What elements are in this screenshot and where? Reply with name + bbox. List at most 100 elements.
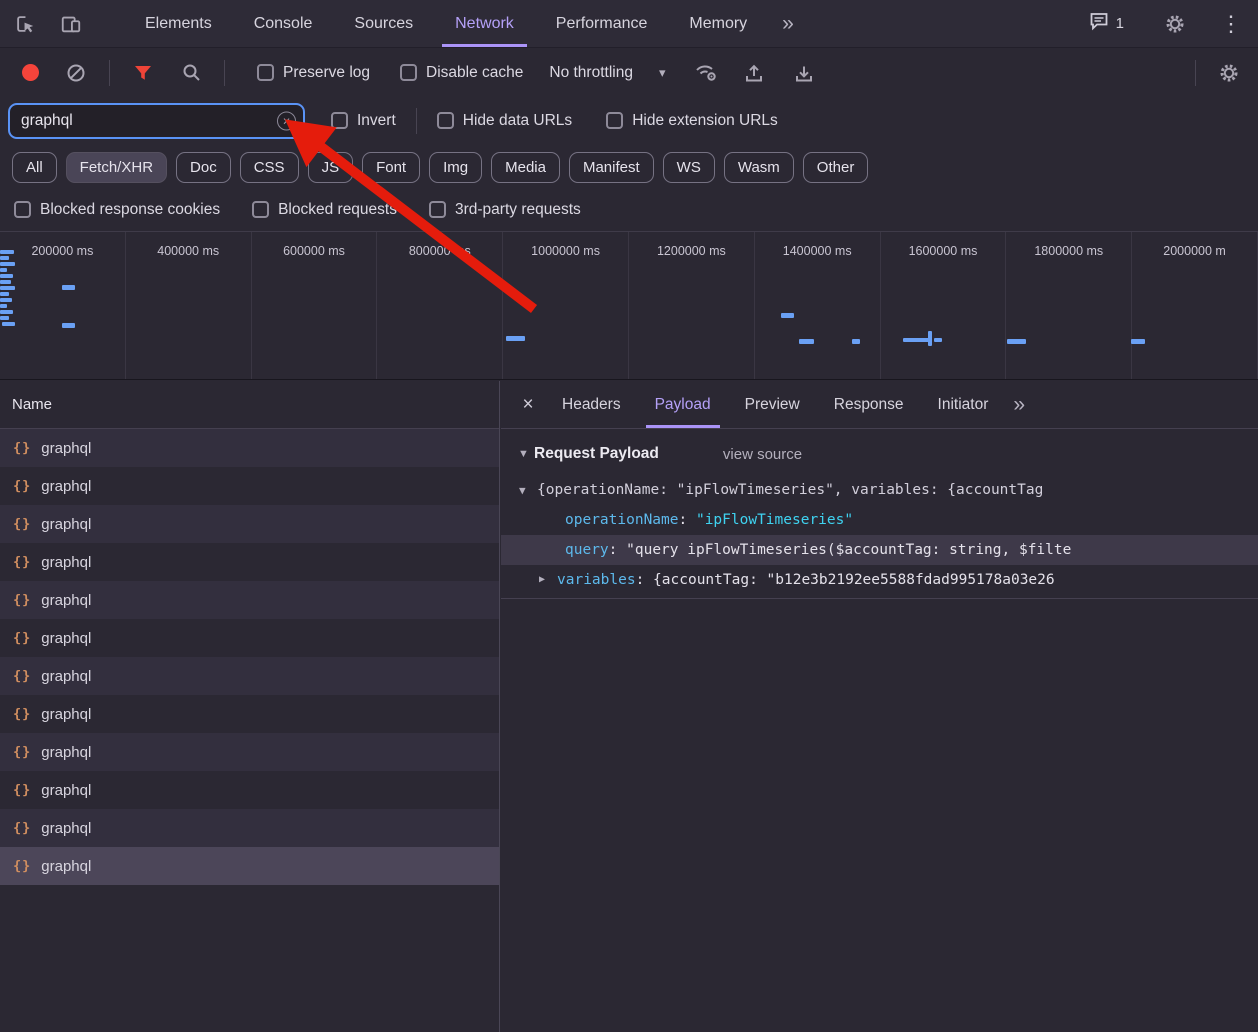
chip-media[interactable]: Media [491, 152, 560, 183]
filter-icon[interactable] [126, 56, 160, 90]
request-row-selected[interactable]: {}graphql [0, 847, 499, 885]
chip-font[interactable]: Font [362, 152, 420, 183]
timeline-segment: 1800000 ms [1006, 232, 1132, 379]
request-row[interactable]: {}graphql [0, 581, 499, 619]
network-overview-timeline[interactable]: 200000 ms 400000 ms 600000 ms 800000 ms … [0, 232, 1258, 380]
blocked-requests-checkbox[interactable] [252, 201, 269, 218]
network-settings-icon[interactable] [1212, 56, 1246, 90]
chip-js[interactable]: JS [308, 152, 354, 183]
more-tabs-icon[interactable]: » [782, 13, 794, 34]
inspect-element-icon[interactable] [8, 7, 42, 41]
divider [1195, 60, 1196, 86]
chip-all[interactable]: All [12, 152, 57, 183]
clear-filter-icon[interactable]: × [277, 111, 296, 130]
request-row[interactable]: {}graphql [0, 429, 499, 467]
request-row[interactable]: {}graphql [0, 505, 499, 543]
preserve-log-toggle[interactable]: Preserve log [257, 64, 370, 82]
triangle-right-icon[interactable]: ▶ [539, 575, 553, 585]
network-toolbar: Preserve log Disable cache No throttling… [0, 49, 1258, 96]
request-row[interactable]: {}graphql [0, 619, 499, 657]
payload-query-row[interactable]: query"query ipFlowTimeseries($accountTag… [501, 535, 1258, 565]
preserve-log-checkbox[interactable] [257, 64, 274, 81]
record-button[interactable] [22, 64, 39, 81]
chip-other[interactable]: Other [803, 152, 869, 183]
hide-extension-urls-checkbox[interactable] [606, 112, 623, 129]
payload-root-row[interactable]: ▼ {operationName: "ipFlowTimeseries", va… [501, 475, 1258, 505]
disable-cache-toggle[interactable]: Disable cache [400, 64, 523, 82]
disable-cache-label: Disable cache [426, 64, 523, 82]
hide-data-urls-toggle[interactable]: Hide data URLs [437, 112, 572, 130]
request-row[interactable]: {}graphql [0, 733, 499, 771]
filter-input[interactable] [8, 103, 305, 139]
chevron-down-icon: ▾ [659, 65, 666, 81]
chip-fetch-xhr[interactable]: Fetch/XHR [66, 152, 167, 183]
menu-icon[interactable]: ⋮ [1220, 13, 1242, 35]
request-row[interactable]: {}graphql [0, 657, 499, 695]
tab-network[interactable]: Network [434, 0, 535, 47]
third-party-requests-checkbox[interactable] [429, 201, 446, 218]
invert-label: Invert [357, 112, 396, 130]
close-icon[interactable]: × [511, 388, 545, 422]
braces-icon: {} [13, 744, 31, 760]
triangle-down-icon[interactable]: ▼ [518, 449, 532, 460]
chip-css[interactable]: CSS [240, 152, 299, 183]
tab-headers[interactable]: Headers [545, 381, 638, 428]
tab-console[interactable]: Console [233, 0, 334, 47]
tab-sources[interactable]: Sources [333, 0, 434, 47]
blocked-response-cookies-checkbox[interactable] [14, 201, 31, 218]
timeline-label: 400000 ms [157, 244, 219, 258]
request-row[interactable]: {}graphql [0, 809, 499, 847]
name-column-header[interactable]: Name [0, 381, 499, 429]
messages-button[interactable]: 1 [1089, 11, 1124, 36]
json-preview: {operationName: "ipFlowTimeseries", vari… [537, 482, 1043, 498]
timeline-label: 800000 ms [409, 244, 471, 258]
tab-memory[interactable]: Memory [668, 0, 768, 47]
timeline-segment: 600000 ms [252, 232, 378, 379]
tab-payload[interactable]: Payload [638, 381, 728, 428]
tab-preview[interactable]: Preview [728, 381, 817, 428]
timeline-segment: 1000000 ms [503, 232, 629, 379]
request-row[interactable]: {}graphql [0, 771, 499, 809]
request-name: graphql [41, 668, 91, 685]
settings-icon[interactable] [1158, 7, 1192, 41]
disable-cache-checkbox[interactable] [400, 64, 417, 81]
device-toolbar-icon[interactable] [54, 7, 88, 41]
view-source-link[interactable]: view source [723, 446, 802, 463]
search-icon[interactable] [174, 56, 208, 90]
more-detail-tabs-icon[interactable]: » [1013, 394, 1025, 415]
tab-response[interactable]: Response [817, 381, 921, 428]
chip-ws[interactable]: WS [663, 152, 715, 183]
json-string-value: "ipFlowTimeseries" [696, 512, 853, 528]
tab-performance[interactable]: Performance [535, 0, 669, 47]
export-har-icon[interactable] [787, 56, 821, 90]
timeline-label: 1400000 ms [783, 244, 852, 258]
timeline-label: 1600000 ms [909, 244, 978, 258]
chip-doc[interactable]: Doc [176, 152, 231, 183]
blocked-requests-toggle[interactable]: Blocked requests [252, 201, 397, 219]
hide-data-urls-checkbox[interactable] [437, 112, 454, 129]
request-row[interactable]: {}graphql [0, 543, 499, 581]
json-value: {accountTag: "b12e3b2192ee5588fdad995178… [653, 572, 1055, 588]
blocked-response-cookies-toggle[interactable]: Blocked response cookies [14, 201, 220, 219]
chip-img[interactable]: Img [429, 152, 482, 183]
timeline-label: 1800000 ms [1034, 244, 1103, 258]
hide-extension-urls-toggle[interactable]: Hide extension URLs [606, 112, 778, 130]
blocked-response-cookies-label: Blocked response cookies [40, 201, 220, 219]
third-party-requests-toggle[interactable]: 3rd-party requests [429, 201, 581, 219]
request-payload-section-header[interactable]: ▼ Request Payload view source [501, 429, 1258, 467]
import-har-icon[interactable] [737, 56, 771, 90]
invert-checkbox[interactable] [331, 112, 348, 129]
request-row[interactable]: {}graphql [0, 695, 499, 733]
chip-manifest[interactable]: Manifest [569, 152, 654, 183]
tab-initiator[interactable]: Initiator [921, 381, 1006, 428]
clear-network-log-icon[interactable] [59, 56, 93, 90]
network-conditions-icon[interactable] [689, 56, 723, 90]
chip-wasm[interactable]: Wasm [724, 152, 794, 183]
tab-elements[interactable]: Elements [124, 0, 233, 47]
divider [501, 598, 1258, 599]
throttling-select[interactable]: No throttling ▾ [549, 64, 665, 82]
triangle-down-icon[interactable]: ▼ [519, 485, 533, 496]
invert-toggle[interactable]: Invert [331, 112, 396, 130]
payload-variables-row[interactable]: ▶ variables{accountTag: "b12e3b2192ee558… [501, 565, 1258, 595]
request-row[interactable]: {}graphql [0, 467, 499, 505]
